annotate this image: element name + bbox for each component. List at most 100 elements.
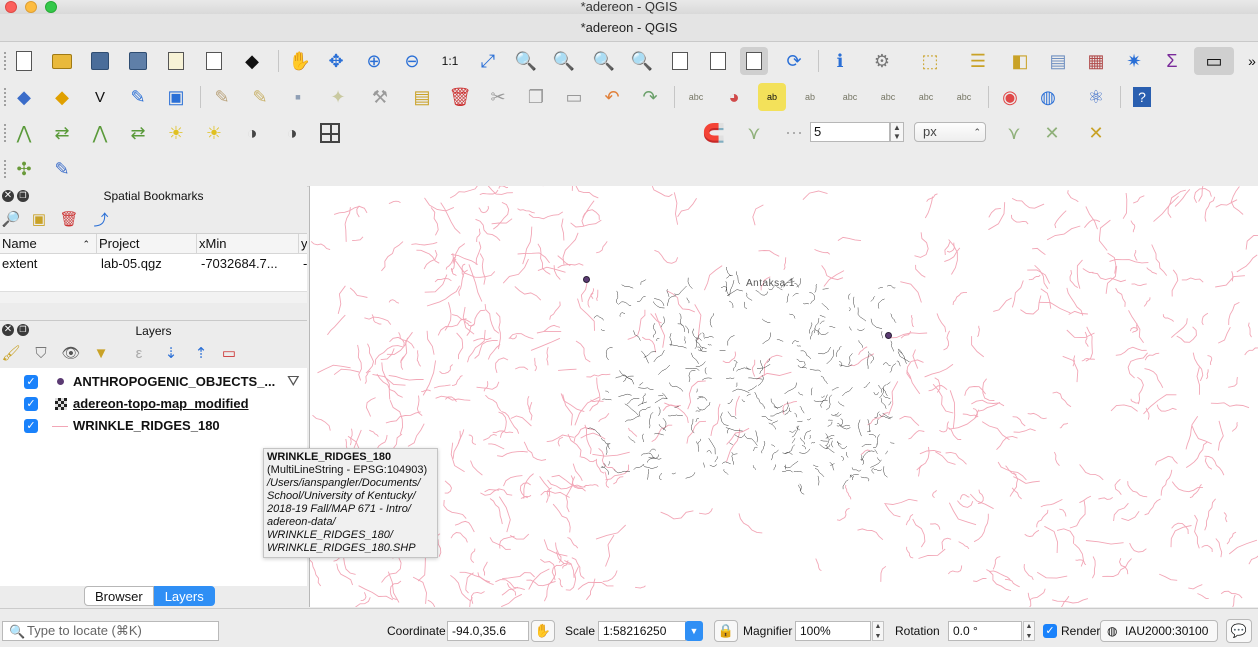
new-bookmark-icon[interactable] xyxy=(704,47,732,75)
globe-plugin-icon[interactable]: ◍ xyxy=(1034,83,1062,111)
toolbar-overflow-icon[interactable]: » xyxy=(1238,47,1258,75)
tab-browser[interactable]: Browser xyxy=(84,586,154,606)
float-panel-icon[interactable]: ❐ xyxy=(17,324,29,336)
grid-tool-icon[interactable] xyxy=(316,119,344,147)
zoom-native-resolution-icon[interactable]: 1:1 xyxy=(436,47,464,75)
magnifier-field[interactable]: 100% xyxy=(795,621,871,641)
tab-layers[interactable]: Layers xyxy=(153,586,215,606)
add-delimited-text-icon[interactable]: ✎ xyxy=(124,83,152,111)
save-as-icon[interactable] xyxy=(124,47,152,75)
refresh-icon[interactable]: ⟳ xyxy=(780,47,808,75)
diagram-options-icon[interactable]: ◕ xyxy=(720,83,748,111)
data-source-manager-icon[interactable]: ◆ xyxy=(10,83,38,111)
decrease-brightness-icon[interactable]: ☀ xyxy=(200,119,228,147)
messages-icon[interactable]: 💬 xyxy=(1226,619,1252,643)
snapping-magnet-icon[interactable]: 🧲 xyxy=(700,119,728,147)
rotation-field[interactable]: 0.0 ° xyxy=(948,621,1022,641)
local-cumulative-icon[interactable]: ⇄ xyxy=(124,119,152,147)
histogram-stretch-icon[interactable]: ⋀ xyxy=(10,119,38,147)
add-group-icon[interactable]: ⛉ xyxy=(30,342,52,364)
toggle-extents-icon[interactable]: ✋ xyxy=(531,620,555,642)
layer-row-wrinkle-ridges[interactable]: ✓ WRINKLE_RIDGES_180 xyxy=(0,416,307,438)
toolbar-grip[interactable] xyxy=(3,51,7,71)
show-bookmarks-icon[interactable] xyxy=(740,47,768,75)
style-manager-icon[interactable]: ◆ xyxy=(238,47,266,75)
expand-all-icon[interactable]: ⇣ xyxy=(160,342,182,364)
rotate-label-icon[interactable]: abc xyxy=(912,83,940,111)
save-layer-edits-icon[interactable]: ▪ xyxy=(284,83,312,111)
float-panel-icon[interactable]: ❐ xyxy=(17,190,29,202)
highlight-pinned-labels-icon[interactable]: ab xyxy=(758,83,786,111)
decrease-contrast-icon[interactable]: ◑ xyxy=(278,119,306,147)
copy-features-icon[interactable]: ❐ xyxy=(522,83,550,111)
add-bookmark-icon[interactable]: ▣ xyxy=(28,208,50,230)
scale-dropdown-button[interactable]: ▼ xyxy=(685,621,703,641)
layer-filter-icon[interactable]: ⛛ xyxy=(287,373,300,390)
table-row[interactable]: extent lab-05.qgz -7032684.7... - xyxy=(0,254,307,274)
pin-labels-icon[interactable]: ab xyxy=(796,83,824,111)
zoom-next-icon[interactable]: 🔍 xyxy=(628,47,656,75)
statistical-summary-icon[interactable]: ▦ xyxy=(1082,47,1110,75)
layer-visibility-checkbox[interactable]: ✓ xyxy=(24,397,38,411)
add-vector-layer-icon[interactable]: V xyxy=(86,83,114,111)
attribute-table-icon[interactable]: ▤ xyxy=(1044,47,1072,75)
snap-tolerance-input[interactable]: 5 xyxy=(810,122,890,142)
collapse-all-icon[interactable]: ⇡ xyxy=(190,342,212,364)
new-map-view-icon[interactable] xyxy=(666,47,694,75)
change-label-icon[interactable]: abc xyxy=(950,83,978,111)
share-bookmark-icon[interactable]: ⤴ xyxy=(90,208,112,230)
add-feature-icon[interactable]: ✦ xyxy=(324,83,352,111)
manage-map-themes-icon[interactable]: 👁 xyxy=(60,342,82,364)
identify-features-icon[interactable]: ℹ xyxy=(826,47,854,75)
layer-tree[interactable]: ✓ ANTHROPOGENIC_OBJECTS_... ⛛ ✓ adereon-… xyxy=(0,368,307,586)
redo-icon[interactable]: ↷ xyxy=(636,83,664,111)
close-panel-icon[interactable]: ✕ xyxy=(2,324,14,336)
measure-line-icon[interactable]: ▭ xyxy=(1194,47,1234,75)
cumulative-cut-icon[interactable]: ⋀ xyxy=(86,119,114,147)
help-icon[interactable]: ? xyxy=(1128,83,1156,111)
column-header-project[interactable]: Project xyxy=(97,234,197,254)
increase-brightness-icon[interactable]: ☀ xyxy=(162,119,190,147)
zoom-full-icon[interactable]: ⤢ xyxy=(474,47,502,75)
show-hide-labels-icon[interactable]: abc xyxy=(836,83,864,111)
move-label-icon[interactable]: abc xyxy=(874,83,902,111)
toolbar-grip[interactable] xyxy=(3,123,7,143)
zoom-out-icon[interactable]: ⊖ xyxy=(398,47,426,75)
open-attribute-table-icon[interactable]: ☰ xyxy=(964,47,992,75)
close-panel-icon[interactable]: ✕ xyxy=(2,190,14,202)
layout-manager-icon[interactable] xyxy=(200,47,228,75)
topological-editing-icon[interactable]: ⋎ xyxy=(1000,119,1028,147)
pan-map-icon[interactable]: ✋ xyxy=(286,47,314,75)
increase-contrast-icon[interactable]: ◑ xyxy=(238,119,266,147)
style-layer-icon[interactable]: 🖌 xyxy=(0,342,22,364)
horizontal-scrollbar[interactable] xyxy=(0,291,307,303)
vertex-tool-icon[interactable]: ⚒ xyxy=(366,83,394,111)
column-header-name[interactable]: Name ⌃ xyxy=(0,234,97,254)
layer-visibility-checkbox[interactable]: ✓ xyxy=(24,419,38,433)
add-raster-layer-icon[interactable]: ▣ xyxy=(162,83,190,111)
toolbar-grip[interactable] xyxy=(3,159,7,179)
zoom-in-icon[interactable]: ⊕ xyxy=(360,47,388,75)
paste-features-icon[interactable]: ▭ xyxy=(560,83,588,111)
delete-bookmark-icon[interactable]: 🗑 xyxy=(58,208,80,230)
current-edits-icon[interactable]: ✎ xyxy=(208,83,236,111)
snap-type-icon[interactable]: ⋯ xyxy=(780,119,808,147)
layer-row-anthropogenic[interactable]: ✓ ANTHROPOGENIC_OBJECTS_... ⛛ xyxy=(0,372,307,394)
layer-row-topo-map[interactable]: ✓ adereon-topo-map_modified xyxy=(0,394,307,416)
crs-button[interactable]: ◍ IAU2000:30100 xyxy=(1100,620,1218,642)
column-header-y[interactable]: y xyxy=(299,234,307,254)
pan-to-selection-icon[interactable]: ✥ xyxy=(322,47,350,75)
coordinate-field[interactable]: -94.0,35.6 xyxy=(447,621,529,641)
map-canvas[interactable]: Antaksa.1 xyxy=(309,186,1258,607)
modify-attributes-icon[interactable]: ▤ xyxy=(408,83,436,111)
magnifier-stepper[interactable]: ▲ ▼ xyxy=(872,621,884,641)
avoid-overlap-icon[interactable]: ✕ xyxy=(1082,119,1110,147)
deselect-features-icon[interactable]: ◧ xyxy=(1006,47,1034,75)
select-features-icon[interactable]: ⬚ xyxy=(916,47,944,75)
delete-selected-icon[interactable]: 🗑 xyxy=(446,83,474,111)
open-project-icon[interactable] xyxy=(48,47,76,75)
render-checkbox[interactable]: ✓ xyxy=(1043,624,1057,638)
lifesaver-plugin-icon[interactable]: ◉ xyxy=(996,83,1024,111)
gps-tool-icon[interactable]: ✣ xyxy=(10,155,38,183)
lock-scale-icon[interactable]: 🔒 xyxy=(714,620,738,642)
